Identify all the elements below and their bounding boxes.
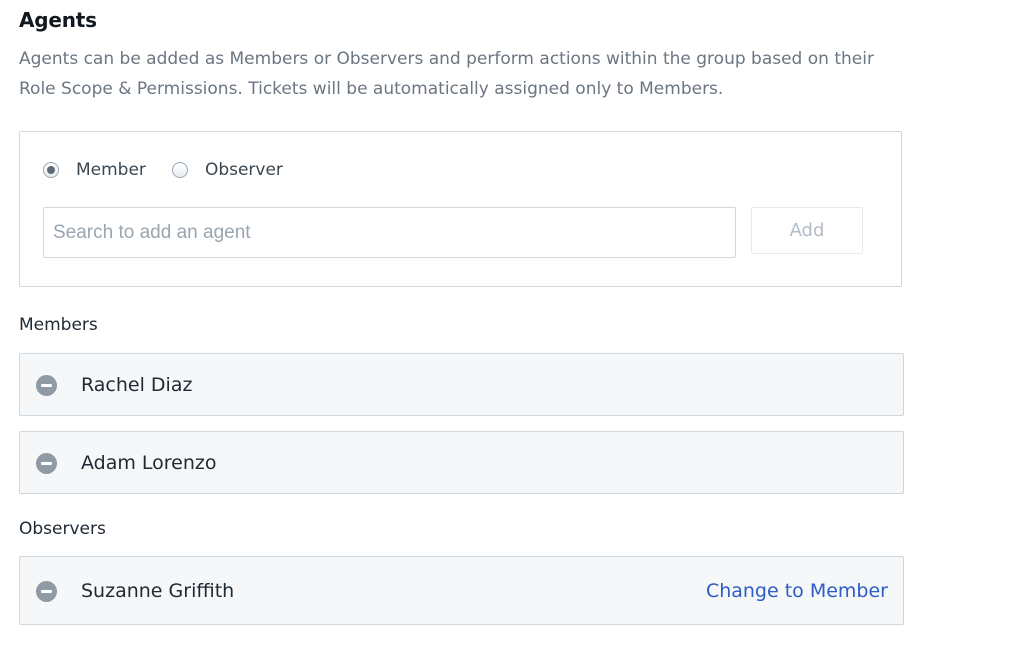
- member-row: Rachel Diaz: [19, 353, 904, 416]
- remove-icon[interactable]: [36, 580, 57, 602]
- page-description: Agents can be added as Members or Observ…: [19, 49, 874, 99]
- add-agent-panel: Member Observer Add: [19, 131, 902, 287]
- agent-search-input[interactable]: [43, 207, 736, 258]
- radio-checked-icon[interactable]: [43, 162, 59, 178]
- role-option-member[interactable]: Member: [43, 160, 146, 180]
- role-option-observer[interactable]: Observer: [171, 160, 283, 180]
- agent-name: Rachel Diaz: [81, 373, 193, 396]
- add-agent-button[interactable]: Add: [751, 207, 863, 254]
- role-option-label: Member: [76, 160, 146, 180]
- remove-icon[interactable]: [36, 374, 57, 396]
- radio-unchecked-icon[interactable]: [171, 162, 188, 178]
- role-option-label: Observer: [204, 160, 283, 180]
- role-radio-group: Member Observer: [43, 160, 283, 180]
- change-to-member-link[interactable]: Change to Member: [706, 580, 888, 602]
- remove-icon[interactable]: [36, 452, 57, 474]
- page-title: Agents: [19, 8, 97, 32]
- members-heading: Members: [19, 315, 98, 335]
- member-row: Adam Lorenzo: [19, 431, 904, 494]
- observers-heading: Observers: [19, 519, 106, 539]
- observer-row: Suzanne Griffith Change to Member: [19, 556, 904, 625]
- agent-name: Adam Lorenzo: [81, 451, 217, 474]
- agent-name: Suzanne Griffith: [81, 579, 235, 602]
